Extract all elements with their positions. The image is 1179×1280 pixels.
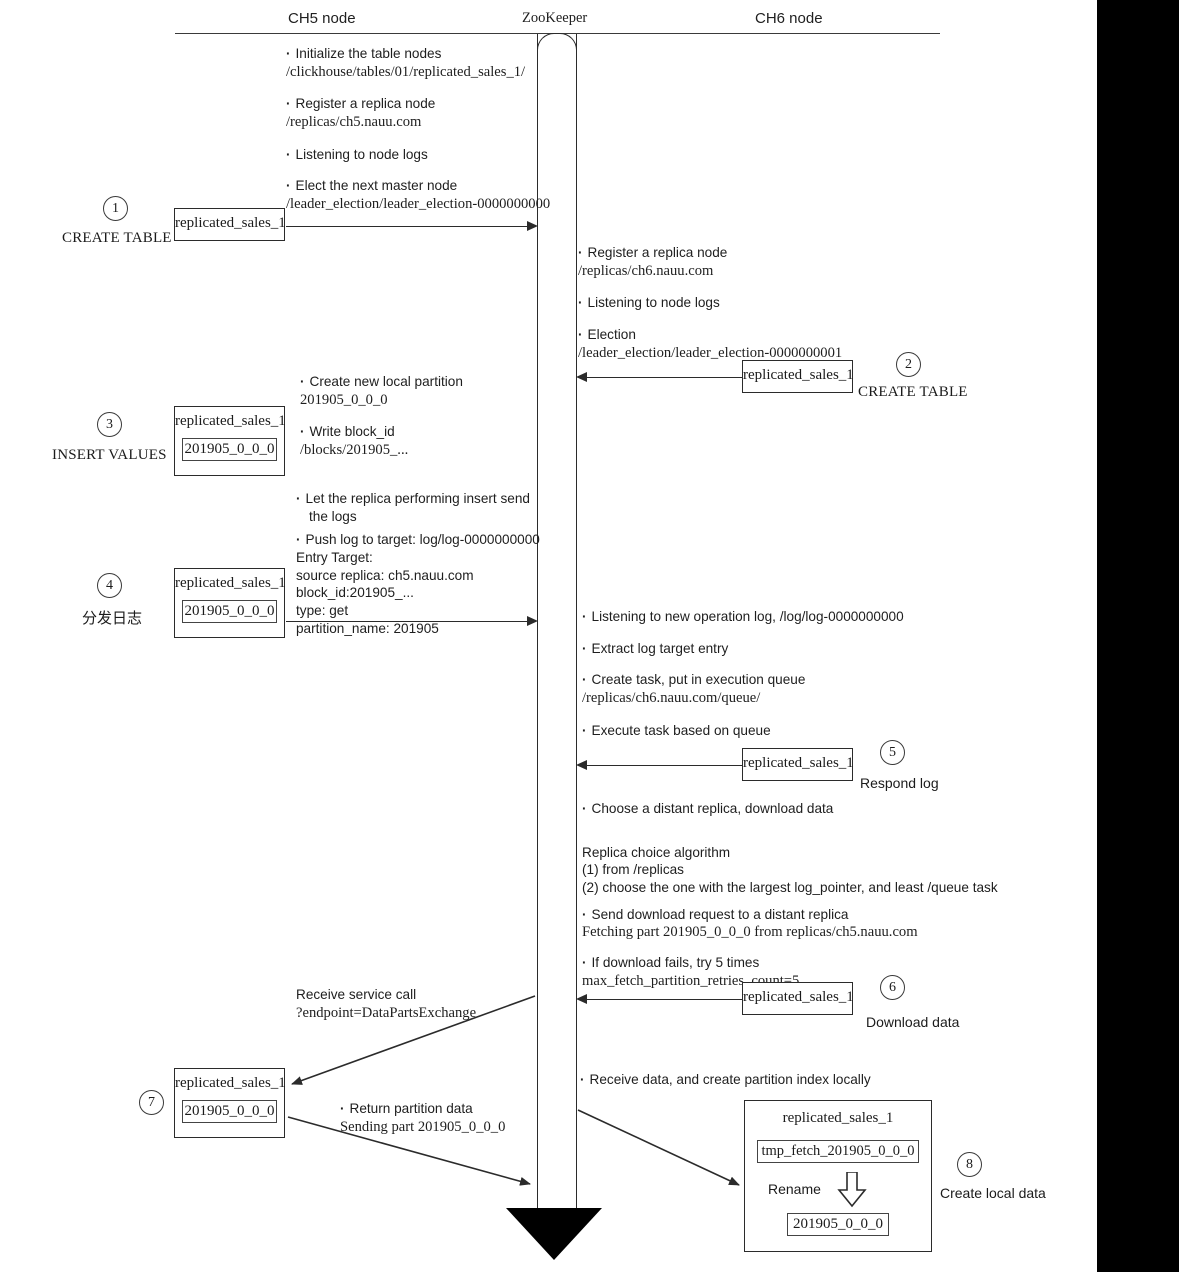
- bottom-white-strip: [0, 1272, 1179, 1280]
- table-box-title: replicated_sales_1: [782, 1110, 894, 1126]
- table-box-title: replicated_sales_1: [175, 1075, 286, 1091]
- down-arrow-icon: [837, 1172, 867, 1208]
- note-line: Sending part 201905_0_0_0: [340, 1118, 506, 1135]
- note-receive-create-index: Receive data, and create partition index…: [580, 1071, 871, 1089]
- right-black-band: [1097, 0, 1179, 1272]
- step-label-8: Create local data: [940, 1185, 1046, 1201]
- partition-box: 201905_0_0_0: [182, 1100, 277, 1123]
- table-box-step8[interactable]: replicated_sales_1 tmp_fetch_201905_0_0_…: [744, 1100, 932, 1252]
- arrow-zk-to-ch6-create-local: [577, 1109, 740, 1186]
- table-box-step7[interactable]: replicated_sales_1 201905_0_0_0: [174, 1068, 286, 1138]
- note-line: Return partition data: [340, 1100, 505, 1118]
- step-marker-8: 8: [957, 1152, 982, 1177]
- note-return-partition-data: Return partition data Sending part 20190…: [340, 1100, 505, 1136]
- partition-box: 201905_0_0_0: [787, 1213, 889, 1236]
- step-marker-7: 7: [139, 1090, 164, 1115]
- tmp-partition-box: tmp_fetch_201905_0_0_0: [757, 1140, 919, 1163]
- rename-label: Rename: [768, 1181, 821, 1197]
- note-line: Receive data, and create partition index…: [580, 1071, 871, 1089]
- diagram-canvas: CH5 node ZooKeeper CH6 node Initialize t…: [0, 0, 1097, 1272]
- arrow-zk-to-ch5-service-call: [291, 995, 536, 1085]
- diagonal-arrows-layer: [287, 995, 740, 1186]
